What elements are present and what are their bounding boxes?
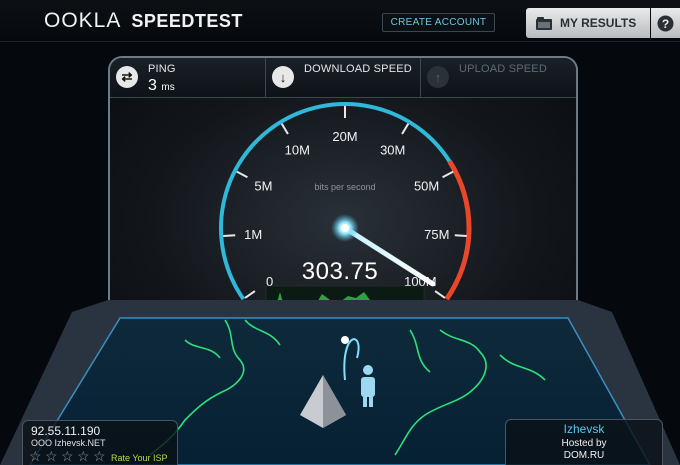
isp-info-panel: 92.55.11.190 OOO Izhevsk.NET ☆ ☆ ☆ ☆ ☆ R…	[22, 420, 178, 465]
server-host: DOM.RU	[563, 450, 605, 461]
gauge-tick	[401, 123, 410, 135]
star-icon[interactable]: ☆	[61, 449, 76, 464]
rate-isp-link[interactable]: Rate Your ISP	[111, 453, 168, 463]
gauge-tick-label: 30M	[380, 142, 405, 157]
speed-value: 303.75	[301, 258, 379, 285]
star-icon[interactable]: ☆	[93, 449, 108, 464]
gauge-tick	[236, 170, 248, 179]
hosted-by-label: Hosted by	[561, 438, 607, 449]
needle-hub	[341, 224, 349, 232]
units-label: bits per second	[314, 182, 376, 192]
gauge-tick-label: 75M	[424, 227, 449, 242]
gauge-tick	[280, 123, 289, 135]
gauge-tick	[244, 290, 256, 299]
gauge-tick-label: 1M	[244, 227, 262, 242]
gauge-tick	[223, 234, 236, 237]
server-city: Izhevsk	[563, 422, 605, 436]
gauge-tick-label: 10M	[285, 142, 310, 157]
gauge-tick	[442, 170, 454, 179]
isp-ip-address: 92.55.11.190	[31, 424, 101, 438]
gauge-tick-label: 20M	[332, 129, 357, 144]
isp-name: OOO Izhevsk.NET	[31, 438, 106, 448]
star-icon[interactable]: ☆	[29, 449, 44, 464]
star-icon[interactable]: ☆	[45, 449, 60, 464]
gauge-tick	[434, 290, 446, 299]
star-icon[interactable]: ☆	[77, 449, 92, 464]
isp-rating-stars[interactable]: ☆ ☆ ☆ ☆ ☆	[29, 449, 108, 464]
connection-node	[341, 336, 349, 344]
gauge-tick	[454, 234, 467, 237]
server-info-panel[interactable]: Izhevsk Hosted by DOM.RU	[505, 419, 663, 465]
